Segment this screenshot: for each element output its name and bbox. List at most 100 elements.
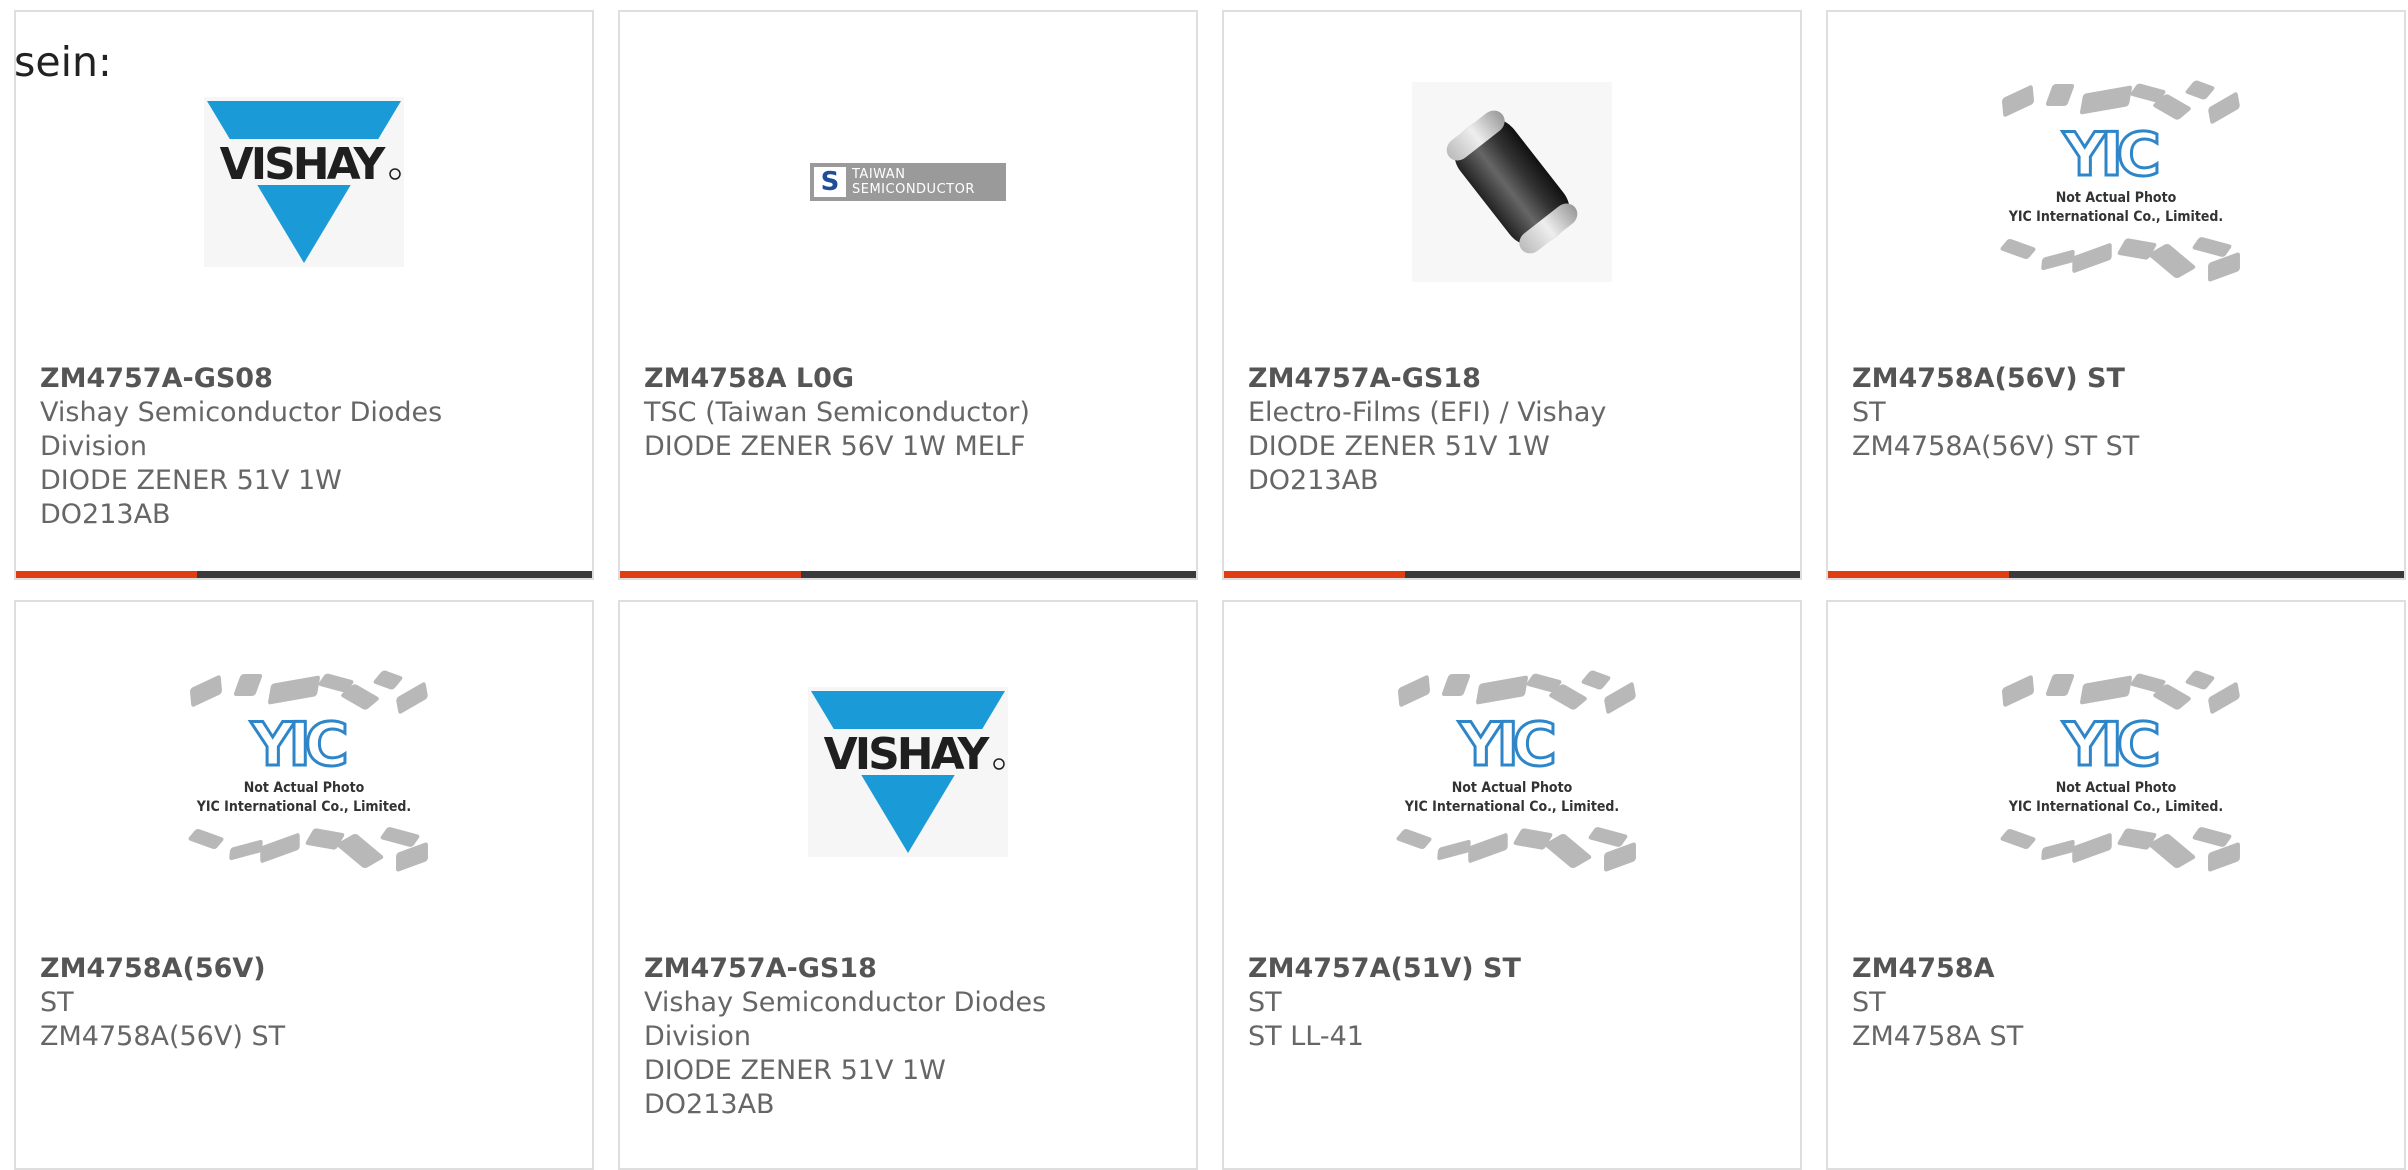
svg-text:VISHAY: VISHAY xyxy=(824,729,991,780)
part-number-link[interactable]: ZM4757A-GS18 xyxy=(644,952,1074,986)
not-actual-photo-caption: Not Actual Photo xyxy=(243,780,365,796)
component-chip-icon xyxy=(189,674,223,708)
not-actual-photo-caption: Not Actual Photo xyxy=(1451,780,1573,796)
not-actual-photo-caption: Not Actual Photo xyxy=(2055,190,2177,206)
yic-placeholder-image: YIC Not Actual Photo YIC International Co.… xyxy=(1981,652,2251,892)
vishay-logo-icon: VISHAY xyxy=(808,687,1008,857)
component-chip-icon xyxy=(2208,251,2240,283)
component-chip-icon xyxy=(267,675,321,705)
component-chip-icon xyxy=(2041,839,2075,861)
component-chip-icon xyxy=(379,826,421,848)
part-number-link[interactable]: ZM4758A(56V) xyxy=(40,952,470,986)
product-text: ZM4758A(56V) ST ST ZM4758A(56V) ST ST xyxy=(1852,362,2282,464)
manufacturer-name: Vishay Semiconductor Diodes Division xyxy=(644,987,1047,1052)
component-chip-icon xyxy=(1395,828,1433,850)
component-chip-icon xyxy=(2207,681,2241,715)
part-number-link[interactable]: ZM4758A xyxy=(1852,952,2282,986)
part-number-link[interactable]: ZM4758A(56V) ST xyxy=(1852,362,2282,396)
card-bar-accent xyxy=(620,571,801,578)
product-card[interactable]: YIC Not Actual Photo YIC International Co.… xyxy=(1222,600,1802,1170)
component-chip-icon xyxy=(2184,79,2216,101)
product-image[interactable]: YIC Not Actual Photo YIC International Co.… xyxy=(1828,669,2404,873)
product-image[interactable]: YIC Not Actual Photo YIC International Co.… xyxy=(1224,669,1800,873)
component-chip-icon xyxy=(2191,826,2233,848)
yic-logo-icon: YIC xyxy=(250,709,351,782)
product-card[interactable]: VISHAY ZM4757A-GS18 Vishay Semiconductor… xyxy=(618,600,1198,1170)
manufacturer-name: ST xyxy=(1248,987,1282,1018)
component-chip-icon xyxy=(2207,91,2241,125)
tsc-logo-text: TAIWAN SEMICONDUCTOR xyxy=(852,167,975,197)
product-image[interactable]: YIC Not Actual Photo YIC International Co.… xyxy=(1828,79,2404,283)
product-description: ZM4758A ST xyxy=(1852,1021,2024,1052)
component-chip-icon xyxy=(1603,681,1637,715)
yic-placeholder-image: YIC Not Actual Photo YIC International Co.… xyxy=(169,652,439,892)
component-chip-icon xyxy=(2191,236,2233,258)
component-chip-icon xyxy=(2184,669,2216,691)
product-image[interactable] xyxy=(1224,82,1800,282)
component-chip-icon xyxy=(2044,674,2076,696)
yic-placeholder-image: YIC Not Actual Photo YIC International Co.… xyxy=(1377,652,1647,892)
card-bottom-bar xyxy=(1224,571,1800,578)
product-text: ZM4758A ST ZM4758A ST xyxy=(1852,952,2282,1054)
yic-placeholder-image: YIC Not Actual Photo YIC International Co.… xyxy=(1981,62,2251,302)
product-card[interactable]: YIC Not Actual Photo YIC International Co.… xyxy=(1826,10,2406,580)
component-chip-icon xyxy=(2079,85,2133,115)
product-card[interactable]: S TAIWAN SEMICONDUCTOR ZM4758A L0G TSC (Ta… xyxy=(618,10,1198,580)
not-actual-photo-caption: Not Actual Photo xyxy=(2055,780,2177,796)
component-chip-icon xyxy=(2044,84,2076,106)
yic-company-caption: YIC International Co., Limited. xyxy=(2008,209,2224,225)
card-bar-accent xyxy=(16,571,197,578)
product-card[interactable]: VISHAY ZM4757A-GS08 Vishay Semiconductor… xyxy=(14,10,594,580)
component-chip-icon xyxy=(232,674,264,696)
component-chip-icon xyxy=(1475,675,1529,705)
product-image[interactable]: VISHAY xyxy=(620,672,1196,872)
component-chip-icon xyxy=(1580,669,1612,691)
component-chip-icon xyxy=(1604,841,1636,873)
component-chip-icon xyxy=(395,681,429,715)
yic-company-caption: YIC International Co., Limited. xyxy=(196,799,412,815)
product-description: DIODE ZENER 51V 1W DO213AB xyxy=(40,465,342,530)
part-number-link[interactable]: ZM4758A L0G xyxy=(644,362,1074,396)
part-number-link[interactable]: ZM4757A-GS08 xyxy=(40,362,470,396)
product-text: ZM4757A-GS08 Vishay Semiconductor Diodes… xyxy=(40,362,470,532)
svg-text:VISHAY: VISHAY xyxy=(220,139,387,190)
product-description: ZM4758A(56V) ST ST xyxy=(1852,431,2140,462)
component-chip-icon xyxy=(372,669,404,691)
manufacturer-name: Electro-Films (EFI) / Vishay xyxy=(1248,397,1607,428)
component-chip-icon xyxy=(1999,238,2037,260)
product-image[interactable]: YIC Not Actual Photo YIC International Co.… xyxy=(16,669,592,873)
product-text: ZM4757A-GS18 Electro-Films (EFI) / Visha… xyxy=(1248,362,1678,498)
tsc-mark-icon: S xyxy=(814,167,846,197)
card-bar-accent xyxy=(1828,571,2009,578)
manufacturer-name: Vishay Semiconductor Diodes Division xyxy=(40,397,443,462)
part-number-link[interactable]: ZM4757A(51V) ST xyxy=(1248,952,1678,986)
component-chip-icon xyxy=(2079,675,2133,705)
product-description: DIODE ZENER 56V 1W MELF xyxy=(644,431,1026,462)
product-text: ZM4758A(56V) ST ZM4758A(56V) ST xyxy=(40,952,470,1054)
card-bottom-bar xyxy=(1828,571,2404,578)
product-card[interactable]: YIC Not Actual Photo YIC International Co.… xyxy=(1826,600,2406,1170)
component-chip-icon xyxy=(396,841,428,873)
card-bar-accent xyxy=(1224,571,1405,578)
component-chip-icon xyxy=(1397,674,1431,708)
product-card[interactable]: ZM4757A-GS18 Electro-Films (EFI) / Visha… xyxy=(1222,10,1802,580)
part-number-link[interactable]: ZM4757A-GS18 xyxy=(1248,362,1678,396)
component-chip-icon xyxy=(187,828,225,850)
product-description: DIODE ZENER 51V 1W DO213AB xyxy=(644,1055,946,1120)
component-chip-icon xyxy=(1587,826,1629,848)
yic-logo-icon: YIC xyxy=(2062,709,2163,782)
component-chip-icon xyxy=(1437,839,1471,861)
component-chip-icon xyxy=(2041,249,2075,271)
manufacturer-name: ST xyxy=(40,987,74,1018)
product-text: ZM4757A-GS18 Vishay Semiconductor Diodes… xyxy=(644,952,1074,1122)
product-image[interactable]: S TAIWAN SEMICONDUCTOR xyxy=(620,82,1196,282)
component-chip-icon xyxy=(229,839,263,861)
prefix-text: sein: xyxy=(14,38,112,86)
product-card[interactable]: YIC Not Actual Photo YIC International Co.… xyxy=(14,600,594,1170)
component-chip-icon xyxy=(2208,841,2240,873)
melf-diode-photo xyxy=(1412,82,1612,282)
yic-logo-icon: YIC xyxy=(2062,119,2163,192)
component-chip-icon xyxy=(2072,832,2112,864)
component-chip-icon xyxy=(260,832,300,864)
product-image[interactable]: VISHAY xyxy=(16,82,592,282)
